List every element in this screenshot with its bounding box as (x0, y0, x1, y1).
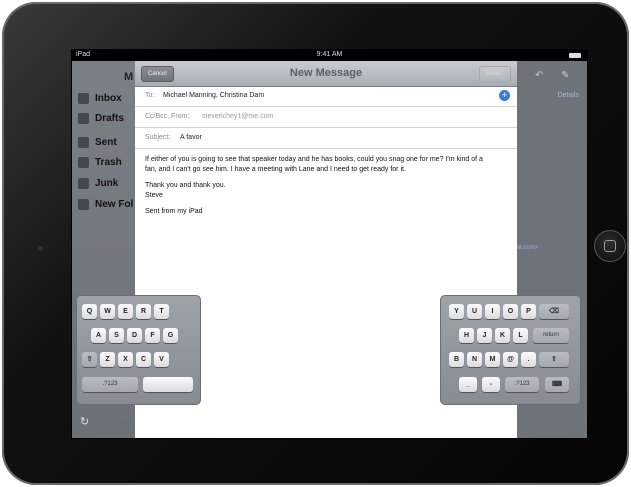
hide-keyboard-icon[interactable]: ⌨ (545, 377, 569, 392)
key-underscore[interactable]: _ (459, 377, 477, 392)
numbers-key[interactable]: .?123 (82, 377, 138, 392)
add-contact-icon[interactable]: + (499, 90, 510, 101)
key-i[interactable]: I (485, 304, 500, 319)
space-key[interactable] (143, 377, 193, 392)
key-r[interactable]: R (136, 304, 151, 319)
key-t[interactable]: T (154, 304, 169, 319)
sidebar-item-label: New Fol (95, 198, 134, 210)
key-s[interactable]: S (109, 328, 124, 343)
sidebar-item-label: Junk (95, 177, 119, 189)
folder-icon (78, 198, 89, 210)
subject-label: Subject: (145, 134, 171, 141)
sent-icon (78, 136, 89, 148)
body-paragraph: If either of you is going to see that sp… (145, 156, 483, 173)
split-keyboard-right: Y U I O P ⌫ H J K L return B N M @ . ⇧ _… (440, 295, 581, 405)
key-k[interactable]: K (495, 328, 510, 343)
shift-key-icon[interactable]: ⇧ (539, 352, 569, 367)
key-n[interactable]: N (467, 352, 482, 367)
home-button[interactable] (594, 230, 626, 262)
sidebar-item-junk[interactable]: Junk (78, 174, 118, 192)
sidebar-item-inbox[interactable]: Inbox (78, 89, 122, 107)
body-paragraph: Thank you and thank you. (145, 182, 226, 189)
sidebar-item-sent[interactable]: Sent (78, 133, 117, 151)
body-paragraph: Steve (145, 191, 163, 199)
clock: 9:41 AM (316, 51, 343, 58)
key-period[interactable]: . (521, 352, 536, 367)
cc-bcc-from-field[interactable]: Cc/Bcc, From: steverichey1@me.com (135, 107, 517, 128)
to-label: To: (145, 92, 155, 99)
key-v[interactable]: V (154, 352, 169, 367)
to-recipients[interactable]: Michael Manning, Christina Dam (163, 92, 264, 99)
key-w[interactable]: W (100, 304, 115, 319)
key-u[interactable]: U (467, 304, 482, 319)
sidebar-item-label: Trash (95, 156, 122, 168)
sidebar-item-trash[interactable]: Trash (78, 153, 122, 171)
message-body[interactable]: If either of you is going to see that sp… (145, 155, 495, 224)
sidebar-item-new-folder[interactable]: New Fol (78, 195, 133, 213)
reply-arrow-icon[interactable]: ↶ (535, 70, 543, 81)
key-g[interactable]: G (163, 328, 178, 343)
email-link-partial[interactable]: le.com> (517, 245, 538, 251)
sidebar-item-label: Sent (95, 136, 117, 148)
split-keyboard-left: Q W E R T A S D F G ⇧ Z X C V .?123 (76, 295, 201, 405)
backspace-key-icon[interactable]: ⌫ (539, 304, 569, 319)
ipad-screen: iPad 9:41 AM M Inbox Drafts Sent Trash J… (72, 50, 587, 438)
key-y[interactable]: Y (449, 304, 464, 319)
key-at[interactable]: @ (503, 352, 518, 367)
numbers-key[interactable]: .?123 (505, 377, 539, 392)
key-h[interactable]: H (459, 328, 474, 343)
body-signature: Sent from my iPad (145, 208, 203, 215)
key-c[interactable]: C (136, 352, 151, 367)
shift-key-icon[interactable]: ⇧ (82, 352, 97, 367)
sidebar-item-label: Inbox (95, 92, 122, 104)
key-q[interactable]: Q (82, 304, 97, 319)
page-title: New Message (289, 67, 363, 79)
key-hyphen[interactable]: - (482, 377, 500, 392)
key-f[interactable]: F (145, 328, 160, 343)
return-key[interactable]: return (533, 328, 569, 343)
compose-icon[interactable]: ✎ (561, 70, 569, 81)
to-field[interactable]: To: Michael Manning, Christina Dam + (135, 86, 517, 107)
drafts-icon (78, 112, 89, 124)
sidebar-item-drafts[interactable]: Drafts (78, 109, 124, 127)
key-e[interactable]: E (118, 304, 133, 319)
from-address[interactable]: steverichey1@me.com (202, 113, 273, 120)
key-j[interactable]: J (477, 328, 492, 343)
refresh-icon[interactable]: ↻ (80, 415, 89, 428)
key-x[interactable]: X (118, 352, 133, 367)
sidebar-item-label: Drafts (95, 112, 124, 124)
key-p[interactable]: P (521, 304, 536, 319)
key-a[interactable]: A (91, 328, 106, 343)
subject-field[interactable]: Subject: A favor (135, 128, 517, 149)
status-bar: iPad 9:41 AM (72, 50, 587, 61)
front-camera (38, 246, 43, 251)
inbox-icon (78, 92, 89, 104)
subject-input[interactable]: A favor (180, 134, 202, 141)
junk-folder-icon (78, 177, 89, 189)
key-l[interactable]: L (513, 328, 528, 343)
battery-icon (569, 53, 581, 58)
send-button[interactable]: Send (479, 66, 511, 82)
key-d[interactable]: D (127, 328, 142, 343)
details-link[interactable]: Details (558, 92, 579, 99)
sidebar-header-partial: M (124, 71, 134, 83)
key-m[interactable]: M (485, 352, 500, 367)
trash-icon (78, 156, 89, 168)
key-o[interactable]: O (503, 304, 518, 319)
cc-bcc-from-label: Cc/Bcc, From: (145, 113, 190, 120)
key-b[interactable]: B (449, 352, 464, 367)
compose-navbar: Cancel New Message Send (135, 61, 517, 87)
key-z[interactable]: Z (100, 352, 115, 367)
